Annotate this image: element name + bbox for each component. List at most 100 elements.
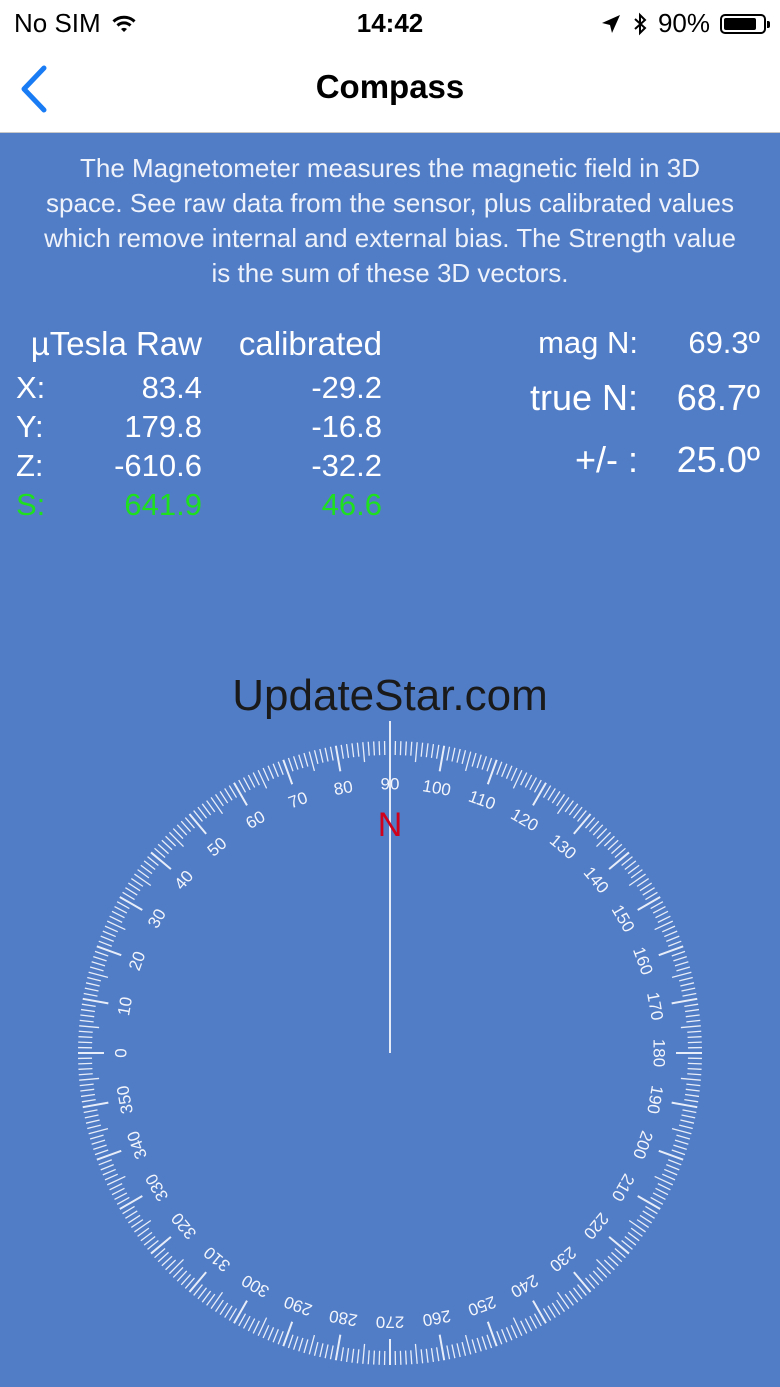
compass-tick: [247, 1318, 256, 1332]
compass-tick: [224, 1305, 233, 1318]
compass-tick: [373, 1350, 376, 1365]
compass-tick: [252, 1320, 260, 1334]
compass-degree-label: 130: [546, 831, 580, 864]
compass-degree-label: 230: [546, 1243, 580, 1276]
compass-tick: [242, 777, 251, 791]
compass-tick: [637, 1195, 661, 1210]
compass-tick: [98, 1159, 113, 1166]
compass-tick: [414, 742, 418, 763]
battery-icon: [720, 13, 770, 34]
compass-tick: [678, 976, 693, 982]
compass-tick: [85, 1119, 100, 1124]
compass-tick: [82, 997, 109, 1005]
compass-tick: [98, 940, 113, 947]
compass-tick: [373, 741, 376, 756]
compass-tick: [464, 751, 472, 772]
compass-tick: [224, 788, 233, 801]
compass-tick: [219, 790, 229, 804]
compass-tick: [496, 1330, 503, 1345]
compass-tick: [678, 1124, 693, 1130]
compass-tick: [673, 1144, 687, 1151]
compass-tick: [127, 1214, 141, 1224]
compass-tick: [356, 742, 360, 757]
compass-tick: [664, 1168, 678, 1176]
compass-tick: [510, 767, 518, 782]
compass-tick: [319, 1343, 324, 1358]
calibrated-value: 46.6: [321, 487, 382, 522]
compass-degree-label: 210: [608, 1170, 639, 1204]
compass-tick: [456, 1343, 461, 1358]
compass-tick: [684, 1003, 699, 1008]
mag-north-label: mag N:: [538, 325, 638, 360]
raw-header: µTesla Raw: [30, 325, 202, 362]
compass-tick: [89, 1134, 104, 1140]
compass-degree-label: 60: [243, 807, 269, 833]
compass-tick: [83, 992, 98, 997]
compass-tick: [573, 1271, 592, 1293]
compass-tick: [267, 765, 275, 779]
compass-tick: [596, 1259, 612, 1275]
compass-tick: [501, 763, 508, 777]
compass-tick: [104, 925, 119, 933]
compass-tick: [430, 743, 435, 758]
compass-tick: [134, 873, 152, 887]
compass-tick: [446, 1345, 451, 1360]
compass-tick: [242, 1315, 251, 1329]
accuracy-label: +/- :: [574, 439, 638, 480]
compass-degree-label: 250: [465, 1292, 498, 1320]
compass-tick: [451, 1344, 456, 1359]
description-text: The Magnetometer measures the magnetic f…: [44, 153, 736, 288]
compass-tick: [420, 1349, 424, 1364]
compass-tick: [667, 940, 682, 947]
compass-tick: [687, 1073, 702, 1076]
compass-tick: [324, 1344, 329, 1359]
compass-degree-label: 330: [142, 1170, 173, 1204]
compass-tick: [78, 1036, 93, 1039]
compass-tick: [84, 987, 99, 992]
compass-tick: [425, 743, 429, 758]
compass-tick: [674, 1139, 689, 1145]
status-bar: No SIM 14:42 90%: [0, 0, 780, 44]
compass-tick: [636, 877, 650, 887]
compass-tick: [410, 741, 413, 756]
raw-value: 641.9: [124, 487, 202, 522]
compass-tick: [313, 750, 319, 765]
compass-tick: [639, 1214, 653, 1224]
compass-tick: [104, 1173, 119, 1181]
north-label: N: [378, 806, 403, 844]
compass-tick: [80, 1088, 95, 1092]
compass-tick: [292, 756, 299, 770]
compass-tick: [130, 1219, 144, 1229]
compass-tick: [111, 1187, 125, 1196]
compass-tick: [685, 1008, 700, 1013]
compass-tick: [340, 744, 345, 759]
compass-tick: [520, 772, 528, 786]
compass-tick: [666, 935, 680, 942]
compass-tick: [303, 752, 309, 767]
compass-tick: [481, 1336, 488, 1350]
compass-tick: [125, 1210, 138, 1219]
compass-tick: [645, 1205, 658, 1215]
compass-tick: [319, 748, 324, 763]
compass-degree-label: 310: [200, 1243, 234, 1276]
compass-tick: [262, 767, 270, 782]
compass-tick: [551, 1302, 561, 1316]
accuracy-value: 25.0º: [676, 439, 760, 480]
compass-tick: [188, 813, 207, 835]
compass-degree-label: 270: [376, 1313, 404, 1332]
compass-tick: [233, 782, 248, 806]
compass-tick: [636, 1219, 650, 1229]
compass-tick: [687, 1067, 702, 1070]
compass-tick: [100, 935, 114, 942]
compass-tick: [645, 891, 658, 901]
compass-tick: [100, 1164, 114, 1171]
compass-tick: [85, 982, 100, 987]
compass-tick: [671, 1149, 686, 1156]
compass-degree-label: 120: [507, 805, 541, 836]
compass-dial: 010203040506070 80 90 100 110120130140150160…: [78, 721, 702, 1365]
compass-tick: [87, 1124, 102, 1130]
compass-tick: [551, 790, 561, 804]
compass-tick: [324, 747, 329, 762]
compass-degree-label: 340: [123, 1128, 151, 1161]
compass-tick: [351, 743, 355, 758]
